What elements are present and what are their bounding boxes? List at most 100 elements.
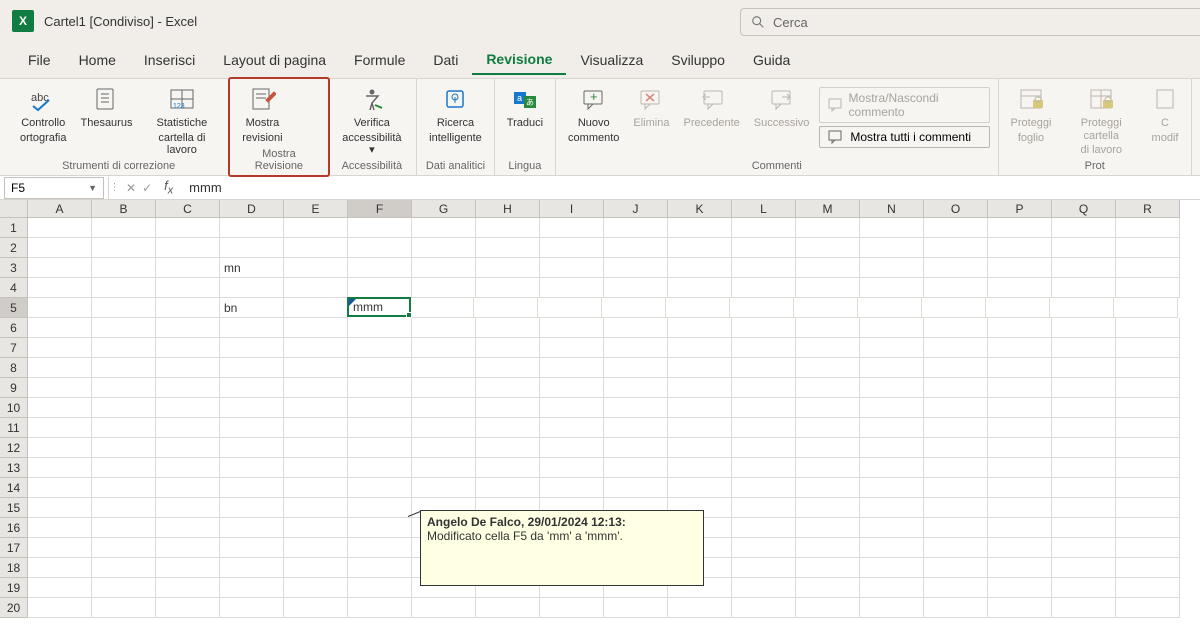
cell[interactable] xyxy=(924,538,988,558)
cell[interactable] xyxy=(924,218,988,238)
cell[interactable] xyxy=(1116,538,1180,558)
cell[interactable] xyxy=(412,258,476,278)
cell[interactable] xyxy=(1116,338,1180,358)
cell[interactable] xyxy=(604,318,668,338)
cell[interactable] xyxy=(348,278,412,298)
cell[interactable] xyxy=(284,338,348,358)
cell[interactable] xyxy=(220,558,284,578)
col-header[interactable]: P xyxy=(988,200,1052,218)
cell[interactable] xyxy=(156,258,220,278)
cell[interactable] xyxy=(1116,598,1180,618)
cell[interactable]: bn xyxy=(220,298,284,318)
cell[interactable] xyxy=(220,218,284,238)
cell[interactable] xyxy=(476,418,540,438)
cell[interactable] xyxy=(988,558,1052,578)
cell[interactable] xyxy=(924,338,988,358)
cell[interactable] xyxy=(1116,438,1180,458)
cell[interactable] xyxy=(156,278,220,298)
cell[interactable] xyxy=(28,458,92,478)
cell[interactable] xyxy=(28,538,92,558)
cell[interactable] xyxy=(156,558,220,578)
cell[interactable] xyxy=(796,218,860,238)
cell[interactable] xyxy=(1116,358,1180,378)
cell[interactable] xyxy=(796,538,860,558)
cell[interactable] xyxy=(988,478,1052,498)
cell[interactable] xyxy=(156,578,220,598)
cell[interactable] xyxy=(858,298,922,318)
cell[interactable] xyxy=(92,338,156,358)
cell[interactable] xyxy=(156,538,220,558)
cell[interactable] xyxy=(860,318,924,338)
cell[interactable] xyxy=(284,538,348,558)
cell[interactable] xyxy=(668,358,732,378)
cell[interactable] xyxy=(860,498,924,518)
cell[interactable] xyxy=(28,578,92,598)
cell[interactable] xyxy=(1116,558,1180,578)
cell[interactable] xyxy=(28,358,92,378)
cell[interactable] xyxy=(284,238,348,258)
cell[interactable] xyxy=(668,438,732,458)
cell[interactable] xyxy=(1116,458,1180,478)
cell[interactable] xyxy=(476,398,540,418)
mostra-nascondi-button[interactable]: Mostra/Nascondi commento xyxy=(819,87,989,123)
search-input[interactable]: Cerca xyxy=(740,8,1200,36)
cell[interactable] xyxy=(1052,378,1116,398)
row-header[interactable]: 10 xyxy=(0,398,28,418)
cell[interactable] xyxy=(668,238,732,258)
menu-home[interactable]: Home xyxy=(65,46,130,74)
cell[interactable] xyxy=(540,218,604,238)
cell[interactable] xyxy=(28,558,92,578)
row-header[interactable]: 19 xyxy=(0,578,28,598)
col-header[interactable]: N xyxy=(860,200,924,218)
cell[interactable] xyxy=(476,478,540,498)
cell[interactable] xyxy=(988,538,1052,558)
cell[interactable] xyxy=(922,298,986,318)
cell[interactable] xyxy=(1116,378,1180,398)
cell[interactable] xyxy=(1052,578,1116,598)
cell[interactable] xyxy=(860,378,924,398)
cell[interactable] xyxy=(220,358,284,378)
cell[interactable] xyxy=(540,358,604,378)
menu-guida[interactable]: Guida xyxy=(739,46,804,74)
cell[interactable] xyxy=(668,598,732,618)
ricerca-intelligente-button[interactable]: Ricercaintelligente xyxy=(425,83,486,146)
cell[interactable] xyxy=(284,298,348,318)
cell[interactable] xyxy=(476,258,540,278)
cell[interactable] xyxy=(92,258,156,278)
cell[interactable] xyxy=(1116,578,1180,598)
cell[interactable] xyxy=(732,418,796,438)
cell[interactable] xyxy=(988,498,1052,518)
cell[interactable] xyxy=(732,498,796,518)
cell[interactable] xyxy=(604,398,668,418)
cell[interactable] xyxy=(412,238,476,258)
cell[interactable] xyxy=(1052,318,1116,338)
mostra-tutti-button[interactable]: Mostra tutti i commenti xyxy=(819,126,989,148)
cell[interactable] xyxy=(348,238,412,258)
cell[interactable] xyxy=(732,318,796,338)
cell[interactable] xyxy=(476,458,540,478)
cell[interactable] xyxy=(348,478,412,498)
cell[interactable] xyxy=(348,338,412,358)
cell[interactable] xyxy=(732,438,796,458)
thesaurus-button[interactable]: Thesaurus xyxy=(76,83,136,146)
cell[interactable] xyxy=(220,578,284,598)
cell[interactable] xyxy=(284,458,348,478)
cell[interactable] xyxy=(348,218,412,238)
cell[interactable] xyxy=(1052,478,1116,498)
cell[interactable] xyxy=(28,438,92,458)
cell[interactable] xyxy=(348,498,412,518)
cell[interactable] xyxy=(412,398,476,418)
cell[interactable] xyxy=(284,398,348,418)
cell[interactable] xyxy=(1052,278,1116,298)
col-header[interactable]: M xyxy=(796,200,860,218)
cell[interactable] xyxy=(348,438,412,458)
cell[interactable] xyxy=(412,338,476,358)
cell[interactable] xyxy=(284,418,348,438)
cell[interactable] xyxy=(348,358,412,378)
cell[interactable] xyxy=(860,238,924,258)
cell[interactable] xyxy=(604,458,668,478)
cell[interactable] xyxy=(540,338,604,358)
cell[interactable] xyxy=(412,378,476,398)
cell[interactable] xyxy=(28,418,92,438)
cell[interactable] xyxy=(796,418,860,438)
